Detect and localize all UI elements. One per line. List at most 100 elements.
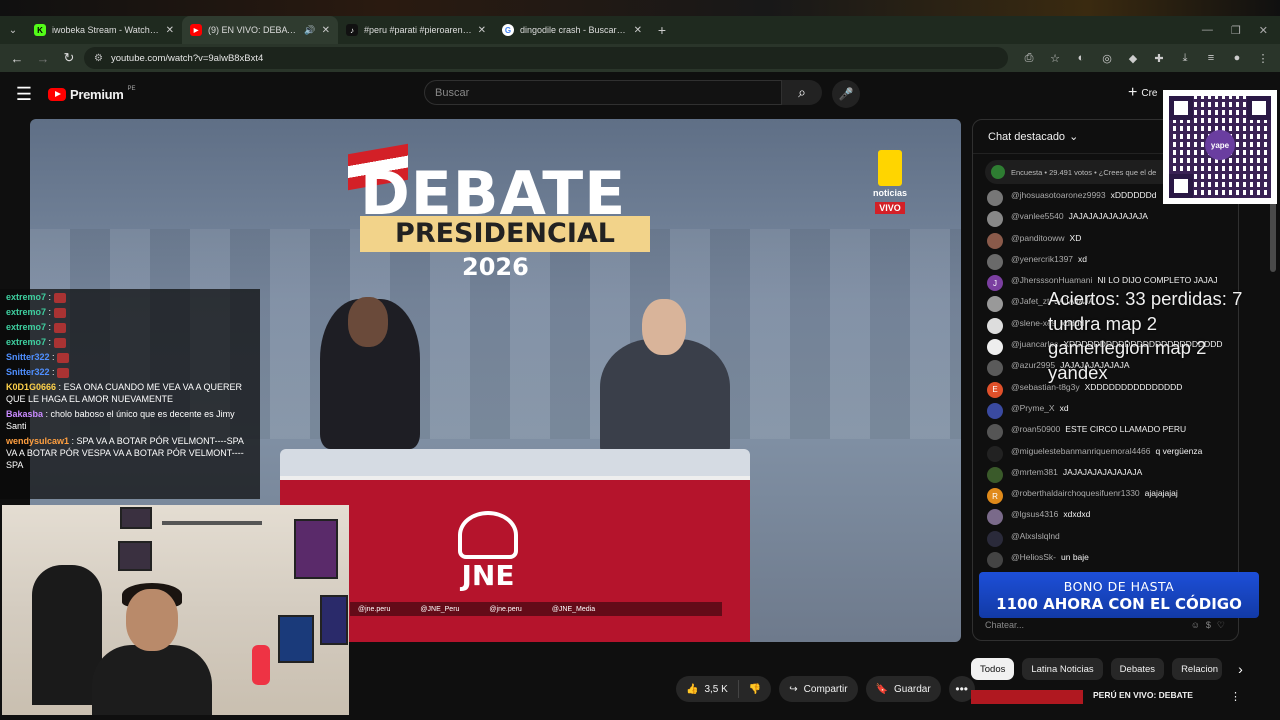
site-info-icon[interactable]: ⚙ <box>94 53 103 64</box>
dislike-button[interactable]: 👎 <box>739 684 771 695</box>
avatar[interactable] <box>987 402 1003 419</box>
chat-username[interactable]: @jhosuasotoaronez9993 <box>1011 190 1106 200</box>
bookmark-icon: 🔖 <box>875 683 889 695</box>
like-button[interactable]: 👍 3,5 K <box>676 680 739 698</box>
chat-message[interactable]: @vanlee5540 JAJAJAJAJAJAJAJA <box>987 209 1227 230</box>
avatar[interactable] <box>987 509 1003 526</box>
create-button[interactable]: + Cre <box>1128 84 1157 102</box>
extension-icon[interactable]: ◆ <box>1122 47 1144 69</box>
browser-tab[interactable]: K iwobeka Stream - Watch Live o ✕ <box>26 16 182 44</box>
close-tab-icon[interactable]: ✕ <box>166 25 174 36</box>
related-title: PERÚ EN VIVO: DEBATE <box>1093 690 1193 700</box>
maximize-icon[interactable]: ❐ <box>1231 24 1241 37</box>
avatar[interactable] <box>987 530 1003 547</box>
more-vert-icon[interactable]: ⋮ <box>1230 690 1241 720</box>
avatar[interactable] <box>987 296 1003 313</box>
chat-username[interactable]: @lgsus4316 <box>1011 509 1058 519</box>
chevron-right-icon[interactable]: › <box>1238 661 1243 677</box>
close-tab-icon[interactable]: ✕ <box>634 25 642 36</box>
avatar[interactable] <box>987 253 1003 270</box>
puzzle-icon[interactable]: ✚ <box>1148 47 1170 69</box>
chat-username[interactable]: @roan50900 <box>1011 424 1060 434</box>
avatar[interactable] <box>987 317 1003 334</box>
reload-icon[interactable]: ↻ <box>58 47 80 69</box>
chat-message[interactable]: @lgsus4316 xdxdxd <box>987 507 1227 528</box>
save-button[interactable]: 🔖 Guardar <box>865 676 941 702</box>
browser-menu-icon[interactable]: ⋮ <box>1252 47 1274 69</box>
wall-poster <box>320 595 348 645</box>
avatar[interactable]: R <box>987 488 1003 505</box>
bookmark-star-icon[interactable]: ☆ <box>1044 47 1066 69</box>
chat-message[interactable]: @miguelestebanmanriquemoral4466 q vergüen… <box>987 444 1227 465</box>
chat-username[interactable]: @yenercrik1397 <box>1011 254 1073 264</box>
chip-relacion[interactable]: Relacion <box>1172 658 1223 680</box>
media-control-icon[interactable]: ≡ <box>1200 47 1222 69</box>
chat-username[interactable]: @mrtem381 <box>1011 467 1058 477</box>
chip-latina-noticias[interactable]: Latina Noticias <box>1022 658 1103 680</box>
related-thumbnail[interactable] <box>971 690 1083 704</box>
overlay-chat-user: wendysulcaw1 <box>6 436 70 446</box>
chat-username[interactable]: @HeliosSk- <box>1011 552 1056 562</box>
chat-username[interactable]: @vanlee5540 <box>1011 211 1064 221</box>
avatar[interactable] <box>987 424 1003 441</box>
chat-username[interactable]: @panditooww <box>1011 233 1065 243</box>
chip-debates[interactable]: Debates <box>1110 658 1165 680</box>
chat-input[interactable]: Chatear... <box>985 620 1185 630</box>
avatar[interactable] <box>987 232 1003 249</box>
chat-username[interactable]: @Jafet_zt <box>1011 296 1049 306</box>
search-button[interactable]: ⌕ <box>782 80 822 105</box>
profile-avatar-icon[interactable]: ● <box>1226 47 1248 69</box>
chat-username[interactable]: @Pryme_X <box>1011 403 1055 413</box>
chat-message[interactable]: @Alxslslqlnd <box>987 529 1227 550</box>
forward-arrow-icon[interactable]: → <box>32 47 54 69</box>
chat-message-body: @lgsus4316 xdxdxd <box>1011 509 1090 520</box>
avatar[interactable] <box>987 211 1003 228</box>
youtube-premium-logo[interactable]: Premium PE <box>48 86 136 102</box>
chat-message[interactable]: @roan50900 ESTE CIRCO LLAMADO PERU <box>987 422 1227 443</box>
install-app-icon[interactable]: ⎙ <box>1018 47 1040 69</box>
heart-icon[interactable]: ♡ <box>1217 620 1225 631</box>
voice-search-button[interactable]: 🎤 <box>832 80 860 108</box>
close-window-icon[interactable]: ✕ <box>1259 24 1268 37</box>
download-icon[interactable]: ⤓ <box>1174 47 1196 69</box>
browser-tab[interactable]: G dingodile crash - Buscar con G ✕ <box>494 16 650 44</box>
browser-tab[interactable]: ♪ #peru #parati #pieroarenas # ✕ <box>338 16 494 44</box>
minimize-icon[interactable]: — <box>1202 24 1213 37</box>
chat-message[interactable]: @HeliosSk-un baje <box>987 550 1227 571</box>
chat-message[interactable]: @Pryme_X xd <box>987 401 1227 422</box>
avatar[interactable]: E <box>987 381 1003 398</box>
extension-icon[interactable]: ◎ <box>1096 47 1118 69</box>
share-button[interactable]: ↪ Compartir <box>779 676 858 702</box>
hamburger-menu-icon[interactable]: ☰ <box>0 84 48 105</box>
new-tab-button[interactable]: + <box>650 22 674 38</box>
avatar[interactable]: J <box>987 275 1003 292</box>
chat-username[interactable]: @Alxslslqlnd <box>1011 531 1060 541</box>
chat-message[interactable]: @mrtem381 JAJAJAJAJAJAJAJA <box>987 465 1227 486</box>
chat-message[interactable]: @yenercrik1397 xd <box>987 252 1227 273</box>
emoji-icon[interactable]: ☺ <box>1191 620 1200 630</box>
avatar[interactable] <box>987 360 1003 377</box>
extension-icon[interactable]: ◐ <box>1070 47 1092 69</box>
tab-search-button[interactable]: ⌄ <box>0 16 26 44</box>
avatar[interactable] <box>987 445 1003 462</box>
browser-tab-active[interactable]: ▶ (9) EN VIVO: DEBATE PRESI 🔊 ✕ <box>182 16 338 44</box>
chat-username[interactable]: @miguelestebanmanriquemoral4466 <box>1011 446 1151 456</box>
chat-username[interactable]: @JhersssonHuamani <box>1011 275 1092 285</box>
avatar[interactable] <box>987 466 1003 483</box>
avatar[interactable] <box>987 339 1003 356</box>
close-tab-icon[interactable]: ✕ <box>322 25 330 36</box>
chat-username[interactable]: @roberthaldairchoquesifuenr1330 <box>1011 488 1140 498</box>
jne-logo: JNE <box>438 511 538 592</box>
avatar[interactable] <box>987 552 1003 569</box>
address-bar[interactable]: ⚙ youtube.com/watch?v=9alwB8xBxt4 <box>84 47 1008 69</box>
avatar[interactable] <box>987 190 1003 206</box>
super-chat-icon[interactable]: $ <box>1206 620 1211 630</box>
close-tab-icon[interactable]: ✕ <box>478 25 486 36</box>
speaker-icon[interactable]: 🔊 <box>304 25 315 36</box>
chip-todos[interactable]: Todos <box>971 658 1015 680</box>
chat-message[interactable]: @panditooww XD <box>987 231 1227 252</box>
related-video-item[interactable]: PERÚ EN VIVO: DEBATE ⋮ <box>971 690 1271 720</box>
chat-message[interactable]: R @roberthaldairchoquesifuenr1330 ajajajaj… <box>987 486 1227 507</box>
search-input[interactable]: Buscar <box>424 80 782 105</box>
back-arrow-icon[interactable]: ← <box>6 47 28 69</box>
